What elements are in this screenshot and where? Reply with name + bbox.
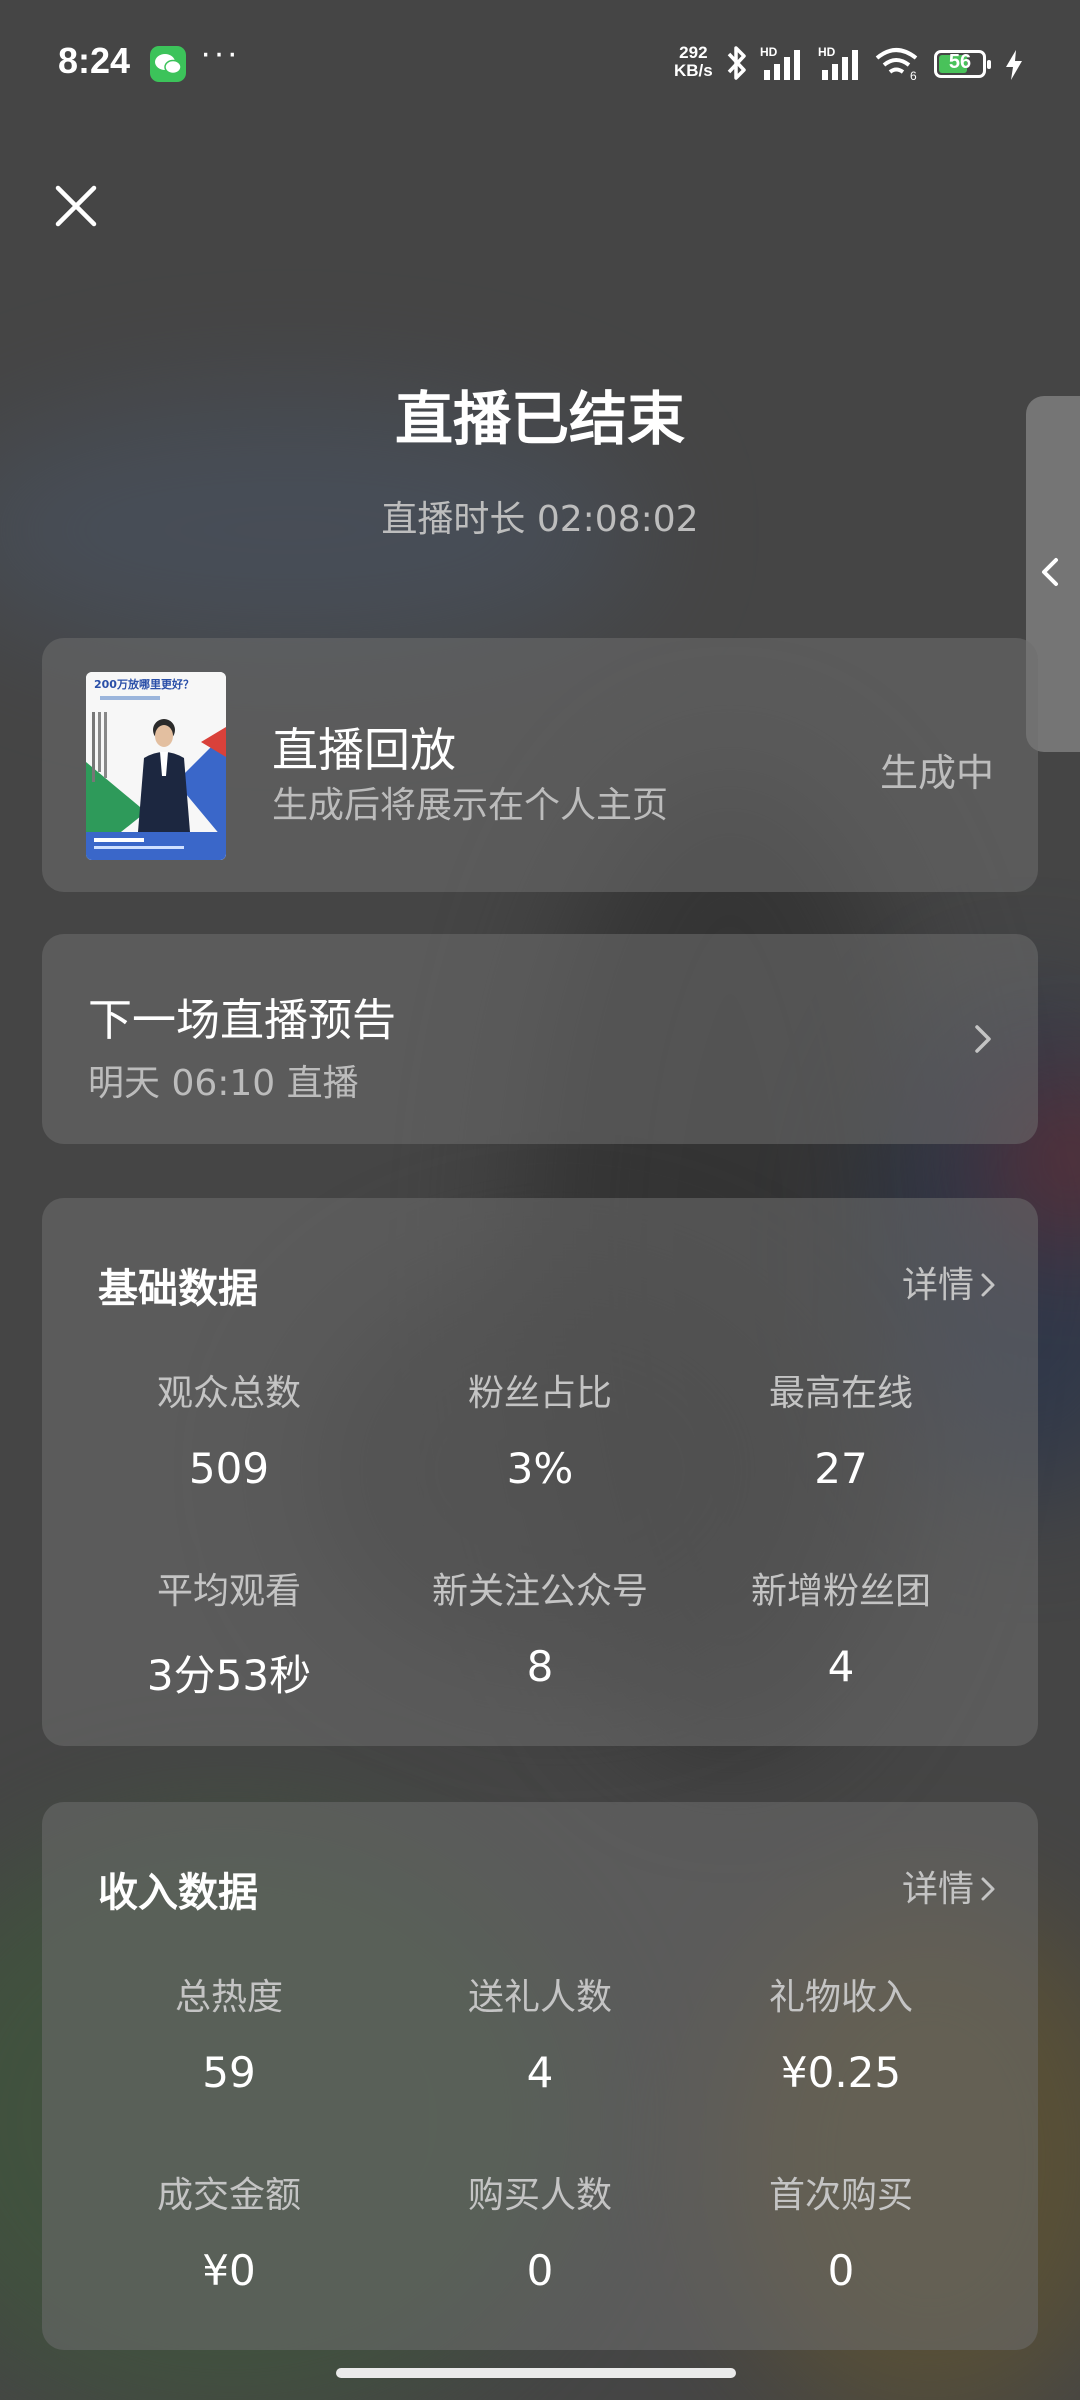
stat-value: 0: [526, 2246, 554, 2295]
bluetooth-icon: [727, 46, 746, 80]
stat-avg-watch: 平均观看 3分53秒: [78, 1562, 380, 1703]
stat-total-heat: 总热度 59: [78, 1968, 380, 2097]
wifi-generation-label: 6: [910, 69, 917, 82]
income-data-details-link[interactable]: 详情: [902, 1860, 996, 1912]
wechat-icon: [150, 46, 186, 82]
stat-total-viewers: 观众总数 509: [78, 1364, 380, 1493]
more-notifications-icon: ···: [200, 34, 240, 72]
stat-new-fan-club: 新增粉丝团 4: [690, 1562, 992, 1691]
stat-label: 总热度: [174, 1977, 283, 2018]
replay-subtitle: 生成后将展示在个人主页: [272, 785, 669, 826]
stat-gift-income: 礼物收入 ¥0.25: [690, 1968, 992, 2097]
stat-value: 27: [814, 1444, 868, 1493]
stat-value: 509: [188, 1444, 270, 1493]
network-speed-unit: KB/s: [674, 61, 713, 80]
next-live-card[interactable]: 下一场直播预告 明天 06:10 直播: [42, 934, 1038, 1144]
basic-data-details-link[interactable]: 详情: [902, 1256, 996, 1308]
network-speed-value: 292: [679, 43, 708, 62]
stat-first-purchase: 首次购买 0: [690, 2166, 992, 2295]
stat-buyers: 购买人数 0: [389, 2166, 691, 2295]
stat-label: 平均观看: [156, 1571, 301, 1612]
next-live-time: 明天 06:10 直播: [88, 1063, 359, 1104]
stat-label: 首次购买: [768, 2175, 913, 2216]
replay-card[interactable]: 200万放哪里更好？ 直播回放 生成后将展示在个人主页 生成中: [42, 638, 1038, 892]
page-title: 直播已结束: [394, 385, 685, 453]
chevron-right-icon: [981, 1273, 995, 1297]
status-bar: 8:24 ··· 292 KB/s HD HD 6 56: [0, 0, 1080, 130]
basic-data-card: 基础数据 详情 观众总数 509 粉丝占比 3% 最高在线 27 平均观看 3分…: [42, 1198, 1038, 1746]
stat-value: 4: [526, 2048, 554, 2097]
status-time: 8:24: [58, 40, 131, 81]
charging-icon: [1006, 50, 1022, 80]
stat-label: 新增粉丝团: [750, 1571, 931, 1612]
stat-label: 礼物收入: [768, 1977, 913, 2018]
replay-status: 生成中: [879, 751, 994, 795]
next-live-title: 下一场直播预告: [88, 995, 396, 1046]
replay-thumbnail: 200万放哪里更好？: [86, 672, 226, 860]
details-label: 详情: [901, 1265, 974, 1306]
stat-label: 成交金额: [156, 2175, 301, 2216]
signal-2-hd-label: HD: [818, 45, 836, 59]
stat-label: 送礼人数: [467, 1977, 612, 2018]
battery-icon: 56: [934, 50, 991, 78]
close-icon: [55, 185, 97, 227]
stat-value: 0: [827, 2246, 855, 2295]
chevron-right-icon: [975, 1025, 991, 1053]
network-speed: 292 KB/s: [674, 44, 713, 80]
income-data-card: 收入数据 详情 总热度 59 送礼人数 4 礼物收入 ¥0.25 成交金额 ¥0…: [42, 1802, 1038, 2350]
thumbnail-headline: 200万放哪里更好？: [94, 677, 194, 691]
stat-value: 3%: [506, 1444, 574, 1493]
live-duration: 直播时长 02:08:02: [381, 499, 699, 540]
income-data-title: 收入数据: [98, 1870, 258, 1916]
signal-icon: HD: [760, 45, 800, 80]
signal-icon-2: HD: [818, 45, 858, 80]
replay-title: 直播回放: [272, 723, 456, 777]
stat-new-followers: 新关注公众号 8: [389, 1562, 691, 1691]
battery-level: 56: [948, 51, 972, 73]
signal-hd-label: HD: [760, 45, 778, 59]
details-label: 详情: [901, 1869, 974, 1910]
wifi-icon: 6: [875, 48, 918, 82]
stat-gift-givers: 送礼人数 4: [389, 1968, 691, 2097]
stat-label: 粉丝占比: [467, 1373, 612, 1414]
stat-sales-amount: 成交金额 ¥0: [78, 2166, 380, 2295]
stat-value: ¥0.25: [780, 2048, 902, 2097]
stat-peak-online: 最高在线 27: [690, 1364, 992, 1493]
stat-value: 8: [526, 1642, 554, 1691]
stat-value: 3分53秒: [146, 1651, 312, 1700]
basic-data-title: 基础数据: [98, 1266, 258, 1312]
stat-value: ¥0: [202, 2246, 256, 2295]
stat-label: 购买人数: [467, 2175, 612, 2216]
chevron-left-icon: [1042, 558, 1058, 586]
stat-value: 59: [202, 2048, 256, 2097]
chevron-right-icon: [981, 1877, 995, 1901]
stat-label: 新关注公众号: [431, 1571, 648, 1612]
stat-label: 观众总数: [156, 1373, 301, 1414]
stat-label: 最高在线: [768, 1373, 913, 1414]
home-indicator[interactable]: [336, 2368, 736, 2378]
stat-fan-ratio: 粉丝占比 3%: [389, 1364, 691, 1493]
stat-value: 4: [827, 1642, 855, 1691]
close-button[interactable]: [52, 182, 100, 230]
